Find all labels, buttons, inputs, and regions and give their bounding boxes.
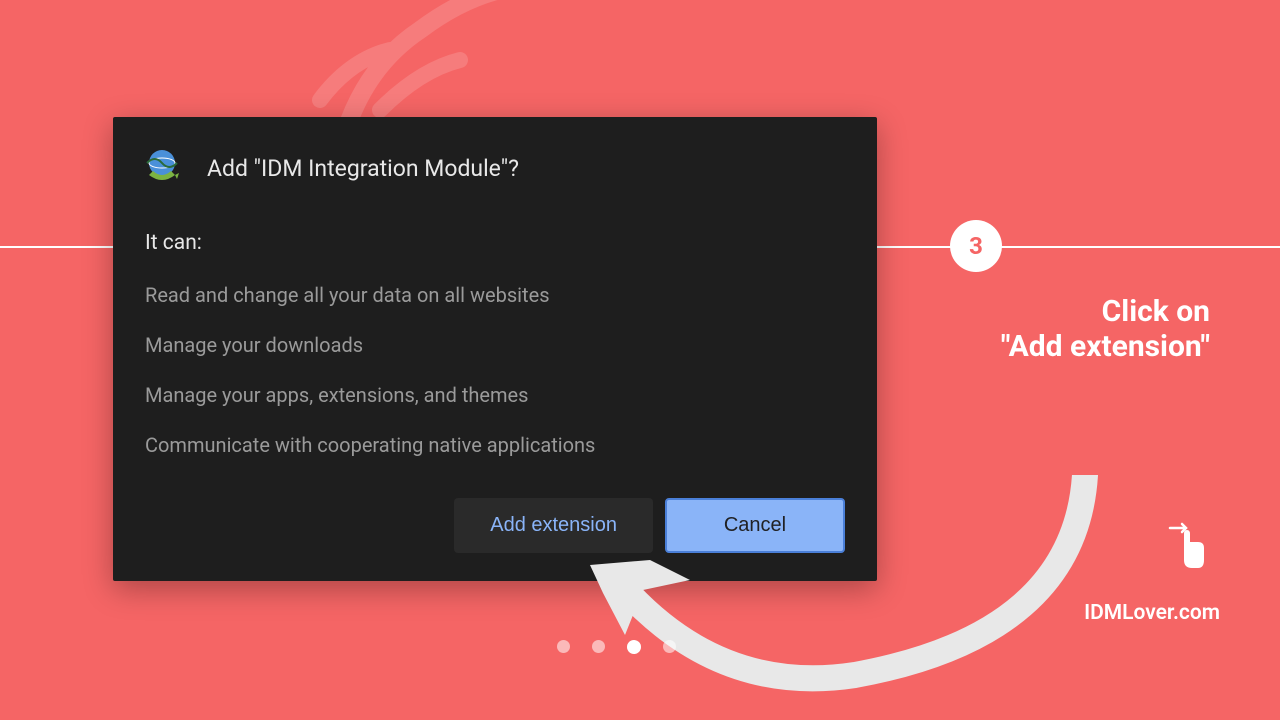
pointer-arrow bbox=[575, 475, 1105, 705]
permission-item: Communicate with cooperating native appl… bbox=[145, 431, 849, 459]
step-number-badge: 3 bbox=[950, 220, 1002, 272]
idm-app-icon bbox=[141, 147, 183, 189]
dot-active bbox=[627, 640, 641, 654]
permission-item: Read and change all your data on all web… bbox=[145, 281, 849, 309]
permission-item: Manage your apps, extensions, and themes bbox=[145, 381, 849, 409]
permissions-label: It can: bbox=[145, 231, 849, 255]
swipe-icon bbox=[1166, 520, 1208, 572]
permissions-list: Read and change all your data on all web… bbox=[145, 281, 849, 459]
dialog-title: Add "IDM Integration Module"? bbox=[207, 155, 519, 182]
dot bbox=[557, 640, 570, 653]
dot bbox=[663, 640, 676, 653]
permission-item: Manage your downloads bbox=[145, 331, 849, 359]
brand-watermark: IDMLover.com bbox=[1084, 601, 1220, 625]
instruction-line-2: "Add extension" bbox=[1001, 330, 1210, 365]
instruction-line-1: Click on bbox=[1001, 295, 1210, 330]
step-instruction: Click on "Add extension" bbox=[1001, 295, 1210, 364]
dot bbox=[592, 640, 605, 653]
pagination-dots bbox=[557, 640, 676, 654]
